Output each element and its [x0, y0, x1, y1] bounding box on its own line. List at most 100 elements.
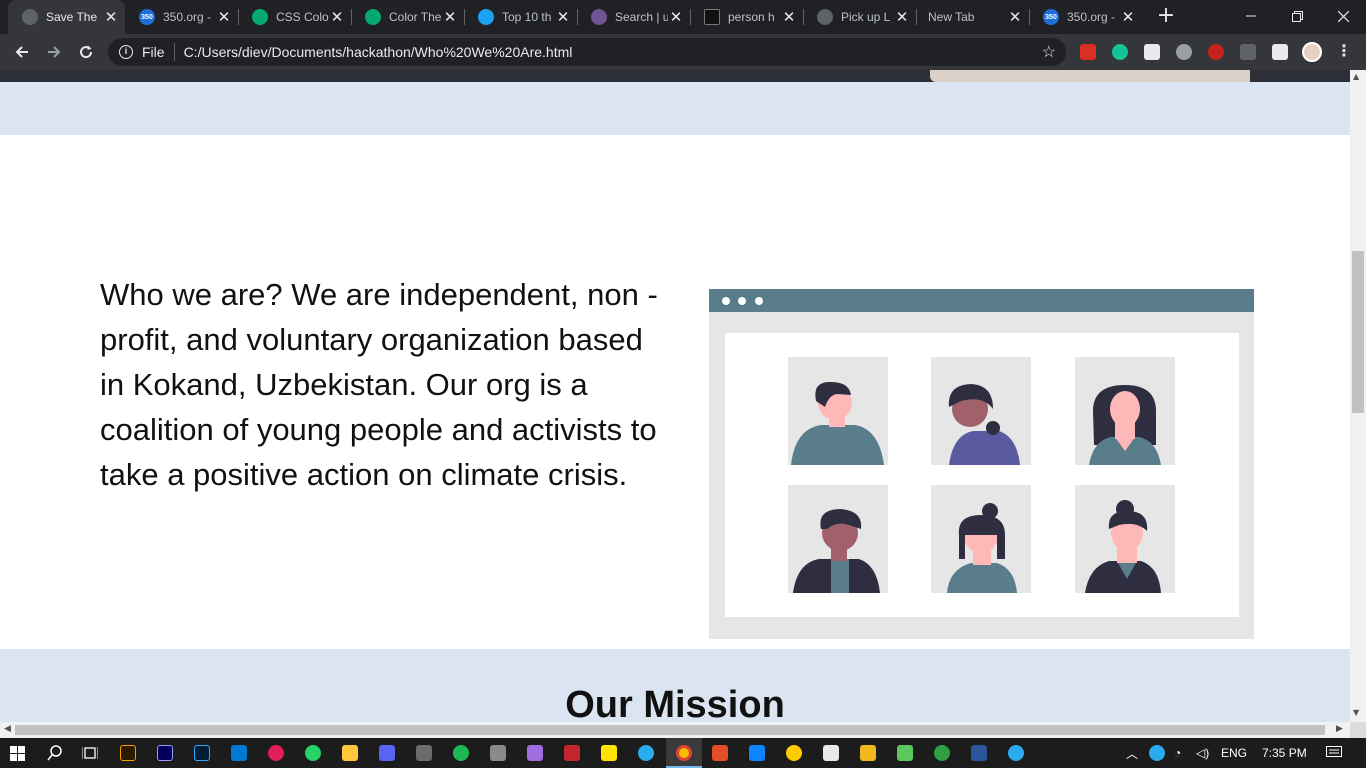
tab-css-colors[interactable]: CSS Colo ✕ [238, 0, 351, 34]
address-bar[interactable]: i File C:/Users/diev/Documents/hackathon… [108, 38, 1066, 66]
tab-pick-up[interactable]: Pick up L ✕ [803, 0, 916, 34]
close-icon[interactable]: ✕ [668, 8, 684, 26]
tab-top-10[interactable]: Top 10 th ✕ [464, 0, 577, 34]
close-icon[interactable]: ✕ [442, 8, 458, 26]
divider [173, 43, 175, 61]
scrollbar-thumb[interactable] [15, 725, 1325, 735]
language-indicator[interactable]: ENG [1221, 738, 1247, 768]
app-icon[interactable] [749, 745, 765, 761]
tab-title: Top 10 th [502, 10, 552, 24]
close-icon[interactable]: ✕ [555, 8, 571, 26]
new-tab-button[interactable]: + [1156, 5, 1176, 29]
close-icon[interactable]: ✕ [1007, 8, 1023, 26]
section-band [0, 82, 1350, 135]
ublock-icon[interactable] [1208, 44, 1224, 60]
file-explorer-icon[interactable] [342, 745, 358, 761]
forward-button[interactable] [40, 38, 68, 66]
pen-icon[interactable] [527, 745, 543, 761]
calculator-icon[interactable] [490, 745, 506, 761]
scrollbar-thumb[interactable] [1352, 251, 1364, 413]
close-icon[interactable]: ✕ [329, 8, 345, 26]
reload-button[interactable] [72, 38, 100, 66]
github-icon [591, 9, 607, 25]
menu-kebab-icon[interactable]: ⋮ [1336, 41, 1352, 60]
chrome-icon[interactable] [676, 745, 692, 761]
close-window-button[interactable] [1320, 0, 1366, 32]
horizontal-scrollbar[interactable]: ◀ ▶ [0, 722, 1350, 738]
person-avatar [788, 485, 888, 593]
premiere-icon[interactable] [157, 745, 173, 761]
scroll-up-icon[interactable]: ▲ [1353, 72, 1359, 81]
notifications-icon[interactable] [1326, 746, 1342, 760]
350-icon: 350 [1043, 9, 1059, 25]
scroll-down-icon[interactable]: ▼ [1353, 708, 1359, 717]
close-icon[interactable]: ✕ [103, 8, 119, 26]
mail-icon[interactable] [231, 745, 247, 761]
info-icon[interactable]: i [119, 45, 133, 59]
tab-title: person h [728, 10, 775, 24]
scroll-left-icon[interactable]: ◀ [4, 724, 11, 734]
mission-title: Our Mission [565, 684, 785, 722]
telegram-icon[interactable] [1008, 745, 1024, 761]
tray-chevron-icon[interactable]: ︿ [1126, 738, 1138, 768]
search-icon[interactable] [47, 745, 63, 761]
vertical-scrollbar[interactable]: ▲ ▼ [1350, 70, 1366, 722]
slack-icon[interactable] [268, 745, 284, 761]
photoshop-icon[interactable] [194, 745, 210, 761]
about-text: Who we are? We are independent, non - pr… [100, 277, 658, 492]
tab-save-the[interactable]: Save The ✕ [8, 0, 125, 34]
tab-350-org-2[interactable]: 350 350.org - ✕ [1029, 0, 1142, 34]
url-text[interactable]: C:/Users/diev/Documents/hackathon/Who%20… [184, 44, 1042, 60]
ae-icon[interactable] [601, 745, 617, 761]
brush-icon[interactable] [712, 745, 728, 761]
tab-title: Pick up L [841, 10, 891, 24]
word-icon[interactable] [971, 745, 987, 761]
extension-icon[interactable] [1176, 44, 1192, 60]
eyedropper-icon[interactable] [1240, 44, 1256, 60]
discord-icon[interactable] [379, 745, 395, 761]
app-icon[interactable] [934, 745, 950, 761]
wifi-icon[interactable]: ◔ [1174, 738, 1181, 768]
notion-icon[interactable] [1144, 44, 1160, 60]
task-view-icon[interactable] [82, 746, 98, 760]
windows-start-icon[interactable] [10, 746, 25, 761]
forward-arrow-icon [48, 46, 61, 58]
minimize-button[interactable] [1228, 0, 1274, 32]
volume-icon[interactable]: ◁) [1196, 738, 1209, 768]
illustrator-icon[interactable] [120, 745, 136, 761]
clock[interactable]: 7:35 PM [1262, 738, 1307, 768]
library-icon[interactable] [416, 745, 432, 761]
whatsapp-icon[interactable] [305, 745, 321, 761]
w-icon [365, 9, 381, 25]
tray-telegram-icon[interactable] [1149, 745, 1165, 761]
puzzle-icon[interactable] [1272, 44, 1288, 60]
person-avatar [931, 357, 1031, 465]
profile-avatar[interactable] [1302, 42, 1322, 62]
tab-search[interactable]: Search | u ✕ [577, 0, 690, 34]
browser-toolbar: i File C:/Users/diev/Documents/hackathon… [0, 34, 1366, 70]
close-icon[interactable]: ✕ [1120, 8, 1136, 26]
grammarly-icon[interactable] [1112, 44, 1128, 60]
7zip-icon[interactable] [823, 745, 839, 761]
paint-icon[interactable] [860, 745, 876, 761]
scroll-right-icon[interactable]: ▶ [1336, 724, 1343, 734]
tab-person[interactable]: person h ✕ [690, 0, 803, 34]
telegram-icon[interactable] [638, 745, 654, 761]
app-icon[interactable] [786, 745, 802, 761]
spotify-icon[interactable] [453, 745, 469, 761]
person-avatar [788, 357, 888, 465]
tab-color-theory[interactable]: Color The ✕ [351, 0, 464, 34]
lastpass-icon[interactable] [1080, 44, 1096, 60]
close-icon[interactable]: ✕ [781, 8, 797, 26]
back-arrow-icon [15, 46, 28, 58]
close-icon[interactable]: ✕ [216, 8, 232, 26]
back-button[interactable] [8, 38, 36, 66]
tab-title: Search | u [615, 10, 668, 24]
bookmark-star-icon[interactable]: ☆ [1042, 42, 1056, 62]
app-icon[interactable] [897, 745, 913, 761]
tab-350-org[interactable]: 350 350.org - ✕ [125, 0, 238, 34]
book-icon[interactable] [564, 745, 580, 761]
close-icon[interactable]: ✕ [894, 8, 910, 26]
restore-button[interactable] [1274, 0, 1320, 32]
tab-new-tab[interactable]: New Tab ✕ [916, 0, 1029, 34]
